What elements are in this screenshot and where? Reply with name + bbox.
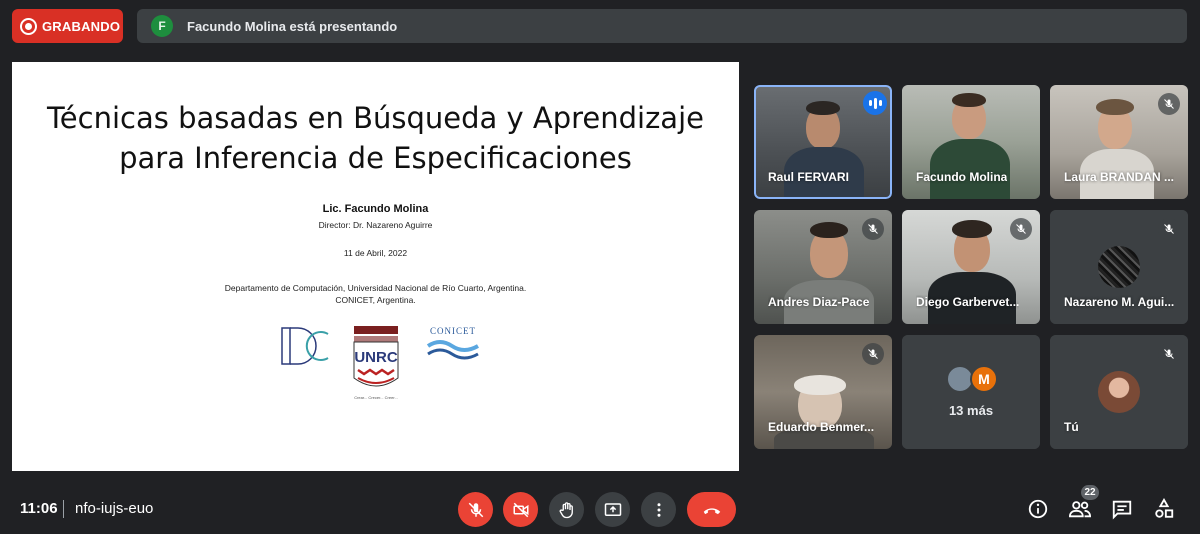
record-icon	[20, 17, 37, 35]
more-options-button[interactable]	[641, 492, 676, 527]
participant-tile-diego[interactable]: Diego Garbervet...	[902, 210, 1040, 324]
participant-tile-raul[interactable]: Raul FERVARI	[754, 85, 892, 199]
meeting-info-button[interactable]	[1025, 496, 1051, 522]
participant-name: Diego Garbervet...	[916, 295, 1020, 309]
mic-off-icon	[1158, 343, 1180, 365]
participant-tile-self[interactable]: Tú	[1050, 335, 1188, 449]
present-icon	[604, 502, 621, 516]
participant-tile-eduardo[interactable]: Eduardo Benmer...	[754, 335, 892, 449]
unrc-motto: Crear... Crecer... Creer...	[354, 395, 398, 400]
hang-up-icon	[703, 507, 720, 514]
recording-label: GRABANDO	[42, 18, 121, 34]
hand-icon	[559, 501, 573, 518]
camera-toggle-button[interactable]	[503, 492, 538, 527]
slide-affiliation-2: CONICET, Argentina.	[335, 295, 416, 305]
recording-badge[interactable]: GRABANDO	[12, 9, 123, 43]
participant-tile-facundo[interactable]: Facundo Molina	[902, 85, 1040, 199]
clock: 11:06	[20, 500, 58, 517]
participant-tile-nazareno[interactable]: Nazareno M. Agui...	[1050, 210, 1188, 324]
overflow-count: 13 más	[948, 403, 994, 418]
participant-name: Raul FERVARI	[768, 170, 849, 184]
meeting-code: nfo-iujs-euo	[75, 500, 154, 517]
participant-name: Andres Diaz-Pace	[768, 295, 870, 309]
dc-logo	[281, 327, 329, 365]
meet-window: GRABANDO F Facundo Molina está presentan…	[0, 0, 1200, 534]
slide-title-line1: Técnicas basadas en Búsqueda y Aprendiza…	[47, 101, 704, 135]
presenter-avatar: F	[151, 15, 173, 37]
mic-off-icon	[1158, 93, 1180, 115]
participant-name: Laura BRANDAN ...	[1064, 170, 1175, 184]
divider	[63, 500, 64, 518]
presenter-text: Facundo Molina está presentando	[187, 18, 398, 34]
raise-hand-button[interactable]	[549, 492, 584, 527]
chat-button[interactable]	[1109, 496, 1135, 522]
presentation-slide[interactable]: Técnicas basadas en Búsqueda y Aprendiza…	[12, 62, 739, 471]
mic-off-icon	[468, 502, 483, 517]
more-vert-icon	[657, 502, 660, 517]
slide-author: Lic. Facundo Molina	[322, 203, 429, 215]
mic-off-icon	[862, 343, 884, 365]
participant-tile-andres[interactable]: Andres Diaz-Pace	[754, 210, 892, 324]
slide-date: 11 de Abril, 2022	[343, 248, 408, 258]
participant-tile-overflow[interactable]: M 13 más	[902, 335, 1040, 449]
info-icon	[1028, 499, 1048, 519]
activities-icon	[1155, 498, 1174, 518]
participant-name: Eduardo Benmer...	[768, 420, 875, 434]
people-icon	[1068, 501, 1092, 518]
unrc-logo: UNRC Crear... Crecer... Creer...	[353, 326, 399, 400]
conicet-logo-text: CONICET	[430, 326, 476, 336]
slide-affiliation-1: Departamento de Computación, Universidad…	[224, 283, 527, 293]
unrc-logo-text: UNRC	[354, 349, 397, 366]
leave-call-button[interactable]	[687, 492, 736, 527]
participant-count-badge: 22	[1081, 485, 1099, 500]
camera-off-icon	[513, 502, 528, 517]
present-screen-button[interactable]	[595, 492, 630, 527]
conicet-logo: CONICET	[426, 326, 479, 360]
mic-off-icon	[1158, 218, 1180, 240]
slide-logos: UNRC Crear... Crecer... Creer... CONICET	[274, 324, 494, 404]
chat-icon	[1112, 500, 1132, 520]
participant-avatar	[1098, 246, 1140, 288]
mic-toggle-button[interactable]	[458, 492, 493, 527]
participant-name: Nazareno M. Agui...	[1064, 295, 1175, 309]
slide-director: Director: Dr. Nazareno Aguirre	[318, 220, 433, 230]
participant-name: Tú	[1064, 420, 1079, 434]
participant-name: Facundo Molina	[916, 170, 1008, 184]
participant-avatar	[1098, 371, 1140, 413]
mic-off-icon	[862, 218, 884, 240]
mic-off-icon	[1010, 218, 1032, 240]
activities-button[interactable]	[1151, 496, 1177, 522]
slide-title-line2: para Inferencia de Especificaciones	[119, 141, 632, 175]
overflow-avatar-letter: M	[970, 365, 998, 393]
overflow-tile: M 13 más	[902, 335, 1040, 449]
slide-title: Técnicas basadas en Búsqueda y Aprendiza…	[12, 98, 739, 178]
speaking-indicator-icon	[863, 91, 887, 115]
presenter-banner: F Facundo Molina está presentando	[137, 9, 1187, 43]
participant-tile-laura[interactable]: Laura BRANDAN ...	[1050, 85, 1188, 199]
